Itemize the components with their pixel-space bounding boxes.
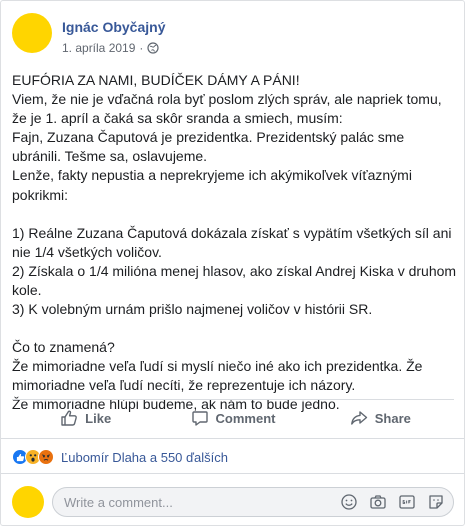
camera-icon[interactable] bbox=[369, 493, 387, 511]
share-button[interactable]: Share bbox=[307, 402, 454, 434]
post-paragraph: 1) Reálne Zuzana Čaputová dokázala získa… bbox=[12, 224, 456, 260]
post-text: EUFÓRIA ZA NAMI, BUDÍČEK DÁMY A PÁNI! Vi… bbox=[12, 71, 457, 415]
post-header: Ignác Obyčajný 1. apríla 2019 · bbox=[12, 13, 452, 63]
post-paragraph: 3) K volebným urnám prišlo najmenej voli… bbox=[12, 301, 373, 318]
comment-placeholder: Write a comment... bbox=[64, 495, 173, 510]
post-meta: 1. apríla 2019 · bbox=[62, 41, 159, 55]
comment-bar: Write a comment... bbox=[12, 485, 456, 519]
gif-icon[interactable] bbox=[398, 493, 416, 511]
post-paragraph: EUFÓRIA ZA NAMI, BUDÍČEK DÁMY A PÁNI! bbox=[12, 72, 300, 88]
comment-tools bbox=[340, 493, 445, 511]
divider bbox=[1, 438, 464, 439]
divider bbox=[1, 473, 464, 474]
avatar[interactable] bbox=[12, 13, 52, 53]
angry-reaction-icon bbox=[38, 449, 54, 465]
share-icon bbox=[350, 411, 367, 425]
avatar[interactable] bbox=[12, 486, 44, 518]
like-label: Like bbox=[85, 410, 112, 426]
post-paragraph: 2) Získala o 1/4 milióna menej hlasov, a… bbox=[12, 262, 460, 298]
reaction-icons[interactable] bbox=[12, 449, 54, 465]
post-paragraph: Čo to znamená? bbox=[12, 339, 115, 356]
comment-input[interactable]: Write a comment... bbox=[52, 487, 454, 517]
reactions-row: Ľubomír Dlaha a 550 ďalších bbox=[12, 447, 228, 467]
reactions-summary[interactable]: Ľubomír Dlaha a 550 ďalších bbox=[61, 450, 228, 465]
post-date[interactable]: 1. apríla 2019 bbox=[62, 41, 135, 55]
meta-separator: · bbox=[139, 41, 144, 55]
post-paragraph: Lenže, fakty nepustia a neprekryjeme ich… bbox=[12, 167, 416, 203]
comment-button[interactable]: Comment bbox=[159, 402, 306, 434]
post-actions: Like Comment Share bbox=[12, 400, 454, 436]
share-label: Share bbox=[374, 410, 411, 426]
comment-label: Comment bbox=[215, 410, 276, 426]
emoji-icon[interactable] bbox=[340, 493, 358, 511]
globe-icon[interactable] bbox=[147, 42, 159, 54]
comment-icon bbox=[191, 411, 208, 426]
post-paragraph: Fajn, Zuzana Čaputová je prezidentka. Pr… bbox=[12, 129, 409, 165]
thumbs-up-icon bbox=[61, 410, 78, 426]
sticker-icon[interactable] bbox=[427, 493, 445, 511]
like-button[interactable]: Like bbox=[12, 402, 159, 434]
post-paragraph: Že mimoriadne veľa ľudí si myslí niečo i… bbox=[12, 358, 427, 394]
post-paragraph: Viem, že nie je vďačná rola byť poslom z… bbox=[12, 91, 446, 127]
post-card: Ignác Obyčajný 1. apríla 2019 · EUFÓRIA … bbox=[0, 0, 465, 526]
author-name[interactable]: Ignác Obyčajný bbox=[62, 19, 165, 35]
